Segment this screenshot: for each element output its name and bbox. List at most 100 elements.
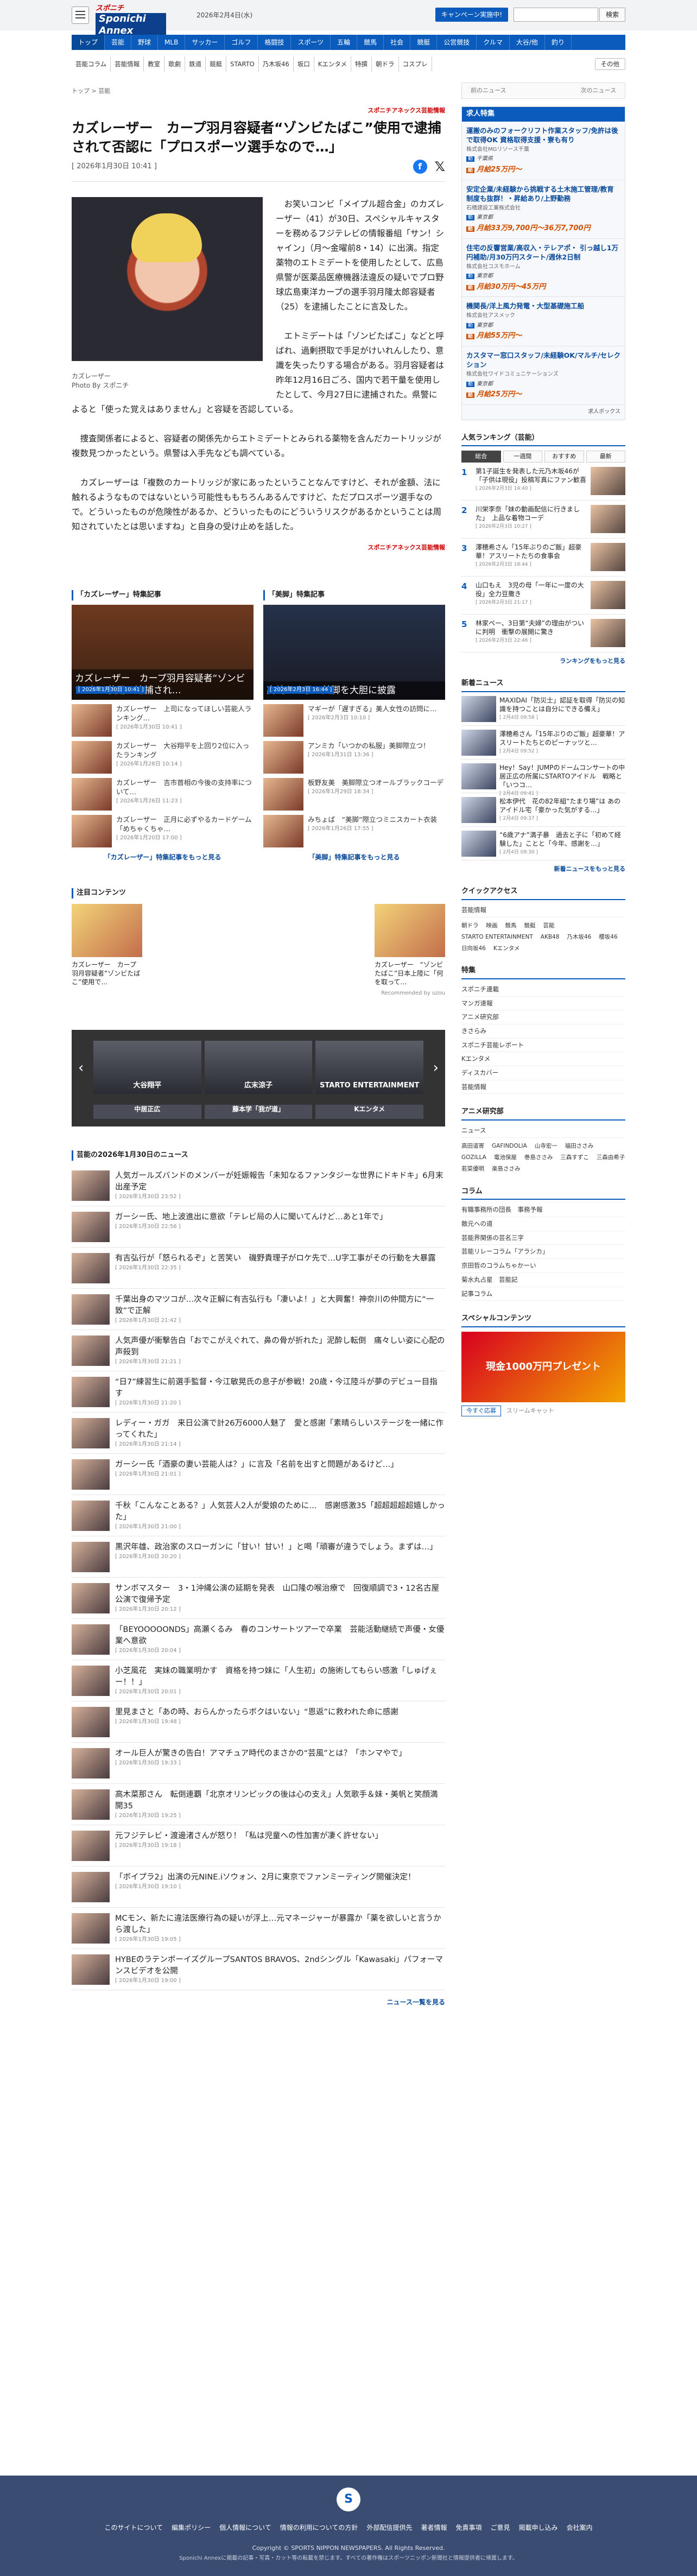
ranking-tab[interactable]: 総合 [461,451,501,463]
recommend-card[interactable]: カズレーザー “ゾンビたばこ”日本上陸に「何を取って… [375,903,445,986]
news-item[interactable]: サンボマスター 3・1沖縄公演の延期を発表 山口隆の喉治療で 回復順調で3・12… [72,1578,445,1619]
prev-news-link[interactable]: 前のニュース [471,86,506,95]
feature-item[interactable]: マギーが「遅すぎる」美人女性の訪問に…[ 2026年2月3日 10:10 ] [263,704,445,737]
ranking-more-link[interactable]: ランキングをもっと見る [461,657,625,666]
footer-link[interactable]: このサイトについて [104,2523,163,2533]
subnav-item[interactable]: Kエンタメ [314,56,352,72]
anime-tag[interactable]: 電池保屋 [494,1154,517,1162]
feature-item[interactable]: カズレーザー 正月に必ずやるカードゲーム「めちゃくちゃ…[ 2026年1月20日… [72,814,254,847]
nav-item[interactable]: 五輪 [331,35,358,50]
column-link[interactable]: 京田哲のコラムちゃかーい [461,1259,625,1273]
special-link[interactable]: アニメ研究部 [461,1010,625,1025]
special-link[interactable]: Kエンタメ [461,1052,625,1067]
new-news-more-link[interactable]: 新着ニュースをもっと見る [461,865,625,874]
anime-tag[interactable]: 高田道寄 [461,1142,484,1150]
anime-tag[interactable]: 若菜優明 [461,1165,484,1173]
anime-tag[interactable]: 福田ささみ [565,1142,594,1150]
footer-link[interactable]: 著者情報 [421,2523,447,2533]
news-item[interactable]: オール巨人が驚きの告白！アマチュア時代のまさかの“芸風”とは？「ホンマやで」 [ … [72,1743,445,1784]
side-news-item[interactable]: Hey！Say！JUMPのドームコンサートの中居正広の所属にSTARTOアイドル… [461,759,625,796]
article-image[interactable] [72,197,263,361]
column-link[interactable]: 芸能界関係の芸名三字 [461,1231,625,1245]
topic-tile[interactable]: 大谷翔平 [93,1041,201,1094]
feature-item[interactable]: 板野友美 美脚際立つオールブラックコーデ[ 2026年1月29日 18:34 ] [263,777,445,811]
ranking-item[interactable]: 2 川栄李奈「妹の動画配信に行きました」 上品な着物コーデ [ 2026年2月3日 … [461,501,625,539]
x-icon[interactable]: 𝕏 [435,160,445,174]
column-link[interactable]: 芸能リレーコラム「アラシカ」 [461,1245,625,1259]
job-item[interactable]: 運搬のみのフォークリフト作業スタッフ/免許は後で取得OK 資格取得支援・寮も有り… [462,122,625,180]
ranking-tab[interactable]: 最新 [586,451,625,463]
search-input[interactable] [514,8,598,22]
topic-tile[interactable]: STARTO ENTERTAINMENT [315,1041,424,1094]
nav-item[interactable]: クルマ [477,35,510,50]
column-link[interactable]: 菊水丸占星 芸能記 [461,1273,625,1287]
footer-link[interactable]: 免責事項 [455,2523,481,2533]
subnav-item[interactable]: 朝ドラ [372,56,399,72]
ranking-item[interactable]: 4 山口もえ 3児の母「一年に一度の大役」全力豆撒き [ 2026年2月3日 21:… [461,577,625,615]
quick-tag[interactable]: STARTO ENTERTAINMENT [461,933,533,941]
quick-tag[interactable]: 櫻坂46 [599,933,617,941]
column-link[interactable]: 有職事務所の団長 事務予報 [461,1203,625,1218]
subnav-item[interactable]: 特撰 [351,56,372,72]
side-news-item[interactable]: MAXIDAI「防災士」認証を取得「防災の知識を持つことは自分にできる備え」 [ … [461,692,625,726]
nav-item[interactable]: 釣り [545,35,572,50]
anime-tag[interactable]: 山寺宏一 [535,1142,557,1150]
article-source[interactable]: スポニチアネックス芸能情報 [72,106,445,115]
nav-item[interactable]: サッカー [185,35,225,50]
news-item[interactable]: ガーシー氏「酒豪の妻い芸能人は？」に言及「名前を出すと問題があるけど…」[ 20… [72,1454,445,1496]
news-item[interactable]: 黒沢年雄、政治家のスローガンに「甘い！甘い！」と喝「頑審が違うでしょう。まずは…… [72,1536,445,1578]
side-news-item[interactable]: 松本伊代 花の82年組“たまり場”は あのアイドル宅「豪かった気がする…」 [ 2… [461,793,625,827]
chevron-right-icon[interactable]: › [433,1058,439,1079]
subnav-item[interactable]: 坂口 [294,56,314,72]
quick-tag[interactable]: 競艇 [524,922,536,930]
newslist-more-link[interactable]: ニュース一覧を見る [72,1998,445,2007]
footer-logo[interactable]: S [337,2488,360,2511]
quick-tag[interactable]: 日向坂46 [461,945,486,953]
nav-item[interactable]: スポーツ [291,35,331,50]
feature-main-card[interactable]: 高嶋ちさ子 美脚を大胆に披露 [ 2026年2月3日 16:44 ] [263,604,445,700]
nav-item[interactable]: 競馬 [357,35,384,50]
nav-item[interactable]: 大谷/他 [510,35,545,50]
ranking-item[interactable]: 1 第1子誕生を発表した元乃木坂46が「子供は現役」投稿写真にファン歓喜 [ 202… [461,463,625,501]
anime-tag[interactable]: 三森由希子 [597,1154,625,1162]
anime-tag[interactable]: 楽島ささみ [492,1165,521,1173]
feature-item[interactable]: みちょぱ “美脚”際立つミニスカート衣装[ 2026年1月26日 17:55 ] [263,814,445,847]
news-item[interactable]: HYBEのラテンボーイズグループSANTOS BRAVOS、2ndシングル「Ka… [72,1949,445,1991]
footer-link[interactable]: 外部配信提供先 [366,2523,412,2533]
quick-tag[interactable]: 乃木坂46 [567,933,591,941]
nav-item[interactable]: MLB [158,35,186,50]
column-link[interactable]: 記事コラム [461,1287,625,1301]
feature-main-card[interactable]: カズレーザー カープ羽月容疑者“ゾンビたばこ”使用で逮捕され… [ 2026年1… [72,604,254,700]
anime-tag[interactable]: GOZILLA [461,1154,486,1162]
anime-tag[interactable]: GAFINDOLIA [492,1142,527,1150]
nav-item[interactable]: 社会 [384,35,411,50]
news-item[interactable]: 「BEYOOOOONDS」高瀬くるみ 春のコンサートツアーで卒業 芸能活動継続で… [72,1619,445,1661]
next-news-link[interactable]: 次のニュース [581,86,616,95]
news-item[interactable]: 小芝風花 実妹の職業明かす 資格を持つ妹に「人生初」の施術してもらい感激「しゅげ… [72,1660,445,1702]
special-link[interactable]: 芸能情報 [461,1080,625,1094]
subnav-item[interactable]: 競艇 [206,56,227,72]
breadcrumb[interactable]: トップ > 芸能 [72,87,110,96]
nav-item[interactable]: ゴルフ [225,35,258,50]
feature-item[interactable]: カズレーザー 吉市首相の今後の支持率について… [ 2026年1月26日 11:2… [72,777,254,811]
news-item[interactable]: 人気ガールズバンドのメンバーが妊娠報告「未知なるファンタジーな世界にドキドキ」6… [72,1165,445,1207]
quick-tag[interactable]: 競馬 [505,922,517,930]
facebook-icon[interactable]: f [413,159,427,174]
jobs-footer[interactable]: 求人ボックス [462,405,625,420]
news-item[interactable]: 「ボイプラ2」出演の元NINE.iソウォン、2月に東京でファンミーティング開催決… [72,1866,445,1908]
special-content-banner[interactable]: 現金1000万円プレゼント [461,1332,625,1403]
news-item[interactable]: 千葉出身のマツコが…次々正解に有吉弘行も「凄いよ！」と大興奮！神奈川の仲間方に“… [72,1289,445,1331]
job-item[interactable]: 機関長/洋上風力発電・大型基礎施工船 株式会社アスメック勤東京都給月給55万円〜 [462,297,625,347]
quick-tag[interactable]: 朝ドラ [461,922,479,930]
feature-more-link[interactable]: 「美脚」特集記事をもっと見る [263,853,445,862]
chevron-left-icon[interactable]: ‹ [78,1058,84,1079]
nav-item[interactable]: 競艇 [410,35,438,50]
anime-news-link[interactable]: ニュース [461,1124,625,1138]
anime-tag[interactable]: 巻島ささみ [524,1154,553,1162]
footer-link[interactable]: 掲載申し込み [519,2523,558,2533]
subnav-item[interactable]: 芸能情報 [111,56,144,72]
apply-button[interactable]: 今すぐ応募 [461,1406,501,1416]
nav-item[interactable]: 格闘技 [258,35,292,50]
quick-tag[interactable]: 映画 [486,922,498,930]
job-item[interactable]: 安定企業/未経験から挑戦する土木施工管理/教育制度も抜群！・昇給あり/上野勤務石… [462,180,625,239]
